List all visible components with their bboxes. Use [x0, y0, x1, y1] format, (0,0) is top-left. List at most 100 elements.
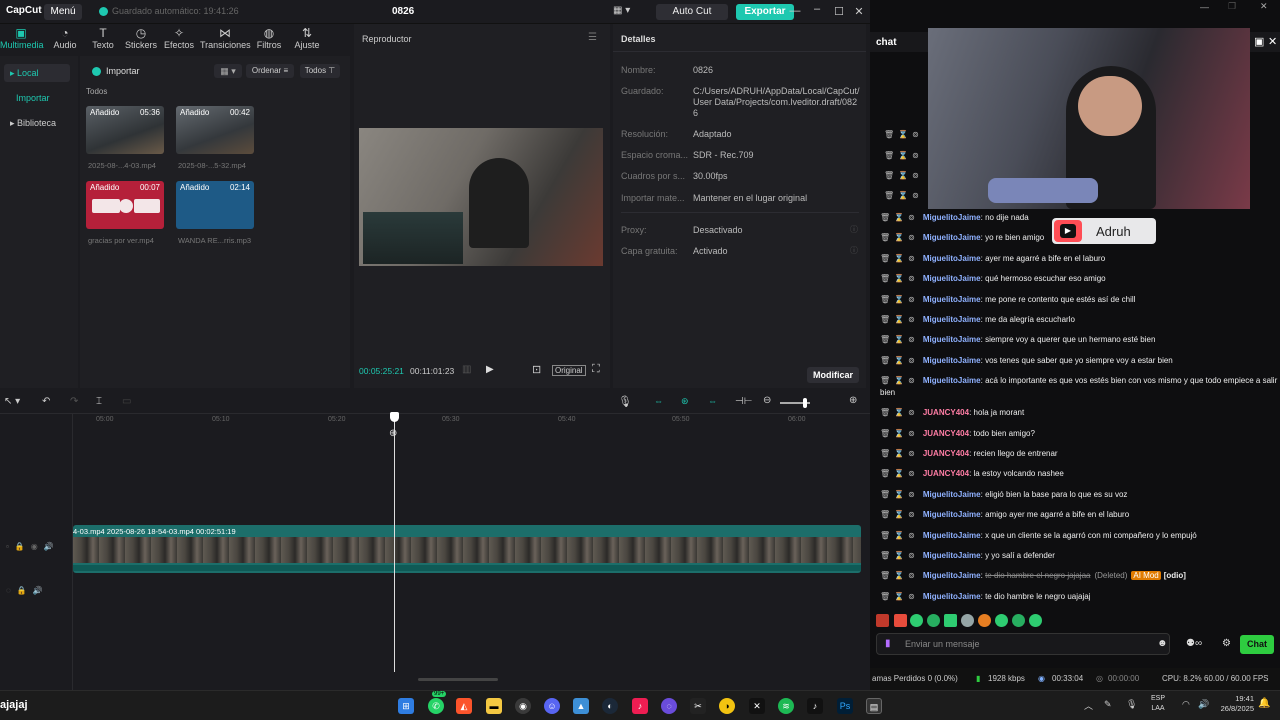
timeline-scrollbar[interactable] — [418, 678, 498, 681]
mod-actions-icon[interactable]: 🗑⌛⊚ — [880, 213, 919, 222]
steam-icon[interactable]: ◐ — [602, 698, 618, 714]
tab-multimedia[interactable]: ▣ Multimedia — [0, 26, 44, 50]
tray-chevron-icon[interactable]: ︿ — [1084, 699, 1093, 712]
tab-audio[interactable]: ◔ Audio — [44, 26, 86, 50]
view-toggle-icon[interactable]: ▦ ▾ — [214, 64, 242, 78]
chat-username[interactable]: MiguelitoJaime — [923, 213, 981, 222]
mod-actions-icon[interactable]: 🗑⌛⊚ — [880, 531, 919, 540]
mod-actions-icon[interactable]: 🗑⌛⊚ — [880, 490, 919, 499]
export-button[interactable]: Exportar — [736, 4, 794, 20]
menu-button[interactable]: Menú — [44, 4, 82, 20]
pen-icon[interactable]: ✎ — [1104, 699, 1112, 710]
maximize-icon[interactable]: ☐ — [832, 5, 846, 18]
taskbar-widget-text[interactable]: ajajaj — [0, 699, 28, 711]
mod-actions-icon[interactable]: 🗑⌛⊚ — [880, 274, 919, 283]
chat-username[interactable]: MiguelitoJaime — [923, 490, 981, 499]
chat-username[interactable]: MiguelitoJaime — [923, 510, 981, 519]
filter-button[interactable]: Todos ⊤ — [300, 64, 340, 78]
chat-username[interactable]: MiguelitoJaime — [923, 335, 981, 344]
layout-icon[interactable]: ▦ ▾ — [613, 5, 630, 16]
windows-start-icon[interactable]: ⊞ — [398, 698, 414, 714]
mic-icon[interactable]: 🎙 — [618, 395, 632, 408]
nav-local[interactable]: ▸ Local — [4, 64, 70, 82]
video-clip[interactable]: 4-03.mp4 2025-08-26 18-54-03.mp4 00:02:5… — [73, 525, 861, 573]
popout-icon[interactable]: ▣ — [1254, 35, 1264, 48]
close-icon[interactable]: ✕ — [852, 5, 866, 18]
sort-button[interactable]: Ordenar ≡ — [246, 64, 294, 78]
emote-icon[interactable] — [944, 614, 957, 627]
emote-picker-icon[interactable]: ☻ — [1157, 638, 1168, 649]
collapse-icon[interactable]: ‒ — [810, 3, 824, 15]
chat-username[interactable]: MiguelitoJaime — [923, 551, 981, 560]
redo-icon[interactable]: ↷ — [70, 396, 78, 407]
discord-icon[interactable]: ☺ — [544, 698, 560, 714]
chat-input[interactable]: ▮ Enviar un mensaje ☻ — [876, 633, 1170, 655]
audio-track-controls[interactable]: ◌🔒🔊 — [6, 586, 49, 595]
tab-stickers[interactable]: ◷ Stickers — [120, 26, 162, 50]
undo-icon[interactable]: ↶ — [42, 396, 50, 407]
maximize-icon[interactable]: ❐ — [1228, 1, 1236, 12]
chat-username[interactable]: JUANCY404 — [923, 408, 969, 417]
mod-actions-icon[interactable]: 🗑⌛⊚ — [880, 233, 919, 242]
language-indicator[interactable]: ESP LAA — [1150, 694, 1166, 714]
info-icon[interactable]: ⓘ — [850, 245, 858, 256]
tiktok-studio-icon[interactable]: ♪ — [632, 698, 648, 714]
minimize-icon[interactable]: — — [788, 5, 802, 17]
emote-icon[interactable] — [1029, 614, 1042, 627]
zoom-slider-handle[interactable] — [803, 398, 807, 408]
chat-username[interactable]: MiguelitoJaime — [923, 592, 981, 601]
chat-send-button[interactable]: Chat — [1240, 635, 1274, 654]
notifications-icon[interactable]: 🔔 — [1258, 698, 1270, 709]
autocut-button[interactable]: Auto Cut — [656, 4, 728, 20]
chat-username[interactable]: MiguelitoJaime — [923, 233, 981, 242]
volume-icon[interactable]: 🔊 — [1198, 699, 1209, 710]
media-item[interactable]: Añadido 05:36 — [86, 106, 164, 154]
tab-transitions[interactable]: ⋈ Transiciones — [200, 26, 251, 50]
emote-icon[interactable] — [995, 614, 1008, 627]
file-explorer-icon[interactable]: ▬ — [486, 698, 502, 714]
mic-tray-icon[interactable]: 🎙 — [1126, 699, 1137, 710]
chat-username[interactable]: MiguelitoJaime — [923, 376, 981, 385]
import-button[interactable]: Importar — [106, 66, 140, 76]
screenshot-icon[interactable]: ⊡ — [532, 363, 541, 376]
chat-username[interactable]: MiguelitoJaime — [923, 254, 981, 263]
spotify-icon[interactable]: ≋ — [778, 698, 794, 714]
emote-icon[interactable] — [927, 614, 940, 627]
photoshop-icon[interactable]: Ps — [837, 698, 853, 714]
mod-actions-icon[interactable]: 🗑⌛⊚ — [880, 295, 919, 304]
mod-actions-icon[interactable]: 🗑⌛⊚ — [880, 356, 919, 365]
modify-button[interactable]: Modificar — [807, 367, 859, 383]
preview-axis-icon[interactable]: ⊣⊢ — [735, 396, 752, 407]
active-app-icon[interactable]: ▤ — [866, 698, 882, 714]
chat-username[interactable]: JUANCY404 — [923, 469, 969, 478]
tab-adjust[interactable]: ⇅ Ajuste — [286, 26, 328, 50]
media-item[interactable]: Añadido 00:07 — [86, 181, 164, 229]
mod-actions-icon[interactable]: 🗑⌛⊚ — [880, 469, 919, 478]
capcut-app-icon[interactable]: ✕ — [749, 698, 765, 714]
nav-library[interactable]: ▸ Biblioteca — [4, 114, 70, 132]
fullscreen-icon[interactable]: ⛶ — [592, 363, 600, 376]
tiktok-icon[interactable]: ♪ — [807, 698, 823, 714]
chat-username[interactable]: JUANCY404 — [923, 429, 969, 438]
playhead[interactable] — [394, 414, 395, 672]
mod-actions-icon[interactable]: 🗑⌛⊚ — [880, 254, 919, 263]
select-tool-icon[interactable]: ↖ ▾ — [4, 396, 20, 407]
brave-icon[interactable]: ◭ — [456, 698, 472, 714]
mod-actions-icon[interactable]: 🗑⌛⊚ — [880, 335, 919, 344]
app-icon[interactable]: ◌ — [661, 698, 677, 714]
close-chat-icon[interactable]: ✕ — [1268, 35, 1277, 48]
zoom-in-icon[interactable]: ⊕ — [849, 395, 857, 406]
snap-icon[interactable]: ⇔ — [708, 396, 717, 406]
whatsapp-icon[interactable]: ✆ — [428, 698, 444, 714]
chat-username[interactable]: JUANCY404 — [923, 449, 969, 458]
emote-icon[interactable] — [978, 614, 991, 627]
mod-actions-icon[interactable]: 🗑⌛⊚ — [880, 551, 919, 560]
app-icon[interactable]: ◑ — [719, 698, 735, 714]
mod-actions-icon[interactable]: 🗑⌛⊚ — [880, 571, 919, 580]
timeline-view-icon[interactable]: ▥ — [462, 364, 471, 375]
wifi-icon[interactable]: ◠ — [1182, 699, 1190, 710]
emote-icon[interactable] — [961, 614, 974, 627]
split-icon[interactable]: ⌶ — [96, 396, 102, 407]
settings-icon[interactable]: ⚙ — [1222, 638, 1231, 649]
zoom-out-icon[interactable]: ⊖ — [763, 395, 771, 406]
